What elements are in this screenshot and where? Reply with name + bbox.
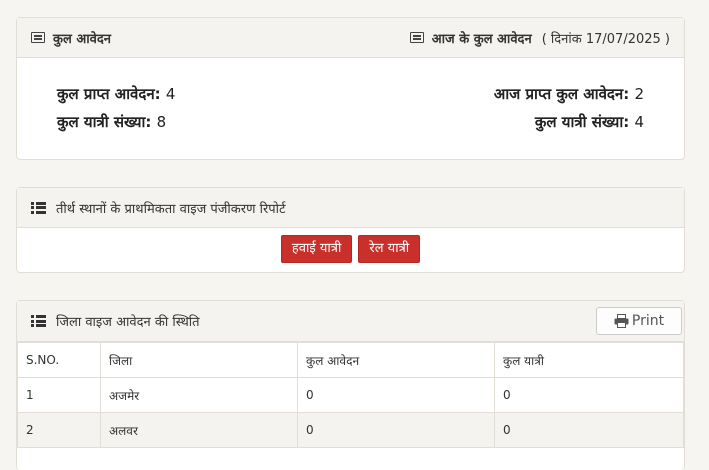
- print-button[interactable]: Print: [596, 307, 682, 335]
- summary-stats: कुल प्राप्त आवेदन: 4 कुल यात्री संख्या: …: [17, 58, 684, 136]
- today-received-label: आज प्राप्त कुल आवेदन:: [493, 85, 630, 103]
- today-stats: आज प्राप्त कुल आवेदन: 2 कुल यात्री संख्य…: [494, 80, 644, 136]
- air-pilgrims-button[interactable]: हवाई यात्री: [280, 235, 353, 263]
- cell-applications: 0: [297, 377, 495, 413]
- district-status-header: जिला वाइज आवेदन की स्थिति Print: [17, 301, 684, 342]
- today-received-value: 2: [634, 85, 644, 103]
- district-status-title: जिला वाइज आवेदन की स्थिति: [56, 315, 200, 330]
- col-district: जिला: [100, 342, 298, 378]
- pilgrims-label: कुल यात्री संख्या:: [57, 113, 152, 131]
- priority-buttons: हवाई यात्री रेल यात्री: [17, 228, 684, 263]
- list-icon: [31, 315, 46, 327]
- total-stats: कुल प्राप्त आवेदन: 4 कुल यात्री संख्या: …: [57, 80, 175, 136]
- rail-pilgrims-button[interactable]: रेल यात्री: [358, 235, 421, 263]
- summary-panel-header: कुल आवेदन आज के कुल आवेदन ( दिनांक 17/07…: [17, 18, 684, 58]
- received-value: 4: [165, 85, 176, 103]
- priority-report-panel: तीर्थ स्थानों के प्राथमिकता वाइज पंजीकरण…: [16, 187, 685, 273]
- today-pilgrims-value: 4: [634, 113, 644, 131]
- table-header-row: S.NO. जिला कुल आवेदन कुल यात्री: [17, 342, 684, 378]
- list-icon: [31, 201, 46, 214]
- cell-sno: 2: [17, 412, 101, 448]
- cell-sno: 1: [17, 377, 101, 413]
- summary-panel: कुल आवेदन आज के कुल आवेदन ( दिनांक 17/07…: [16, 17, 685, 160]
- cell-pilgrims: 0: [494, 412, 684, 448]
- card-icon: [31, 32, 45, 43]
- cell-district: अजमेर: [100, 377, 298, 413]
- cell-pilgrims: 0: [494, 377, 684, 413]
- today-applications-title: आज के कुल आवेदन: [431, 31, 532, 47]
- print-icon: [614, 314, 629, 328]
- card-icon: [409, 32, 424, 43]
- table-row: 1 अजमेर 0 0: [17, 377, 684, 413]
- district-status-panel: जिला वाइज आवेदन की स्थिति Print S.NO. जि…: [16, 300, 685, 470]
- priority-report-title: तीर्थ स्थानों के प्राथमिकता वाइज पंजीकरण…: [56, 201, 286, 217]
- received-label: कुल प्राप्त आवेदन:: [57, 85, 161, 103]
- cell-applications: 0: [297, 412, 495, 448]
- cell-district: अलवर: [100, 412, 298, 448]
- col-total-applications: कुल आवेदन: [297, 342, 495, 378]
- col-sno: S.NO.: [17, 342, 101, 378]
- total-applications-title: कुल आवेदन: [53, 31, 111, 47]
- col-total-pilgrims: कुल यात्री: [494, 342, 684, 378]
- priority-report-header: तीर्थ स्थानों के प्राथमिकता वाइज पंजीकरण…: [17, 188, 684, 228]
- pilgrims-value: 8: [156, 113, 167, 131]
- print-label: Print: [631, 313, 665, 329]
- district-table: S.NO. जिला कुल आवेदन कुल यात्री 1 अजमेर …: [17, 342, 684, 448]
- today-date: ( दिनांक 17/07/2025 ): [541, 31, 670, 47]
- table-row: 2 अलवर 0 0: [17, 412, 684, 448]
- today-pilgrims-label: कुल यात्री संख्या:: [534, 113, 630, 131]
